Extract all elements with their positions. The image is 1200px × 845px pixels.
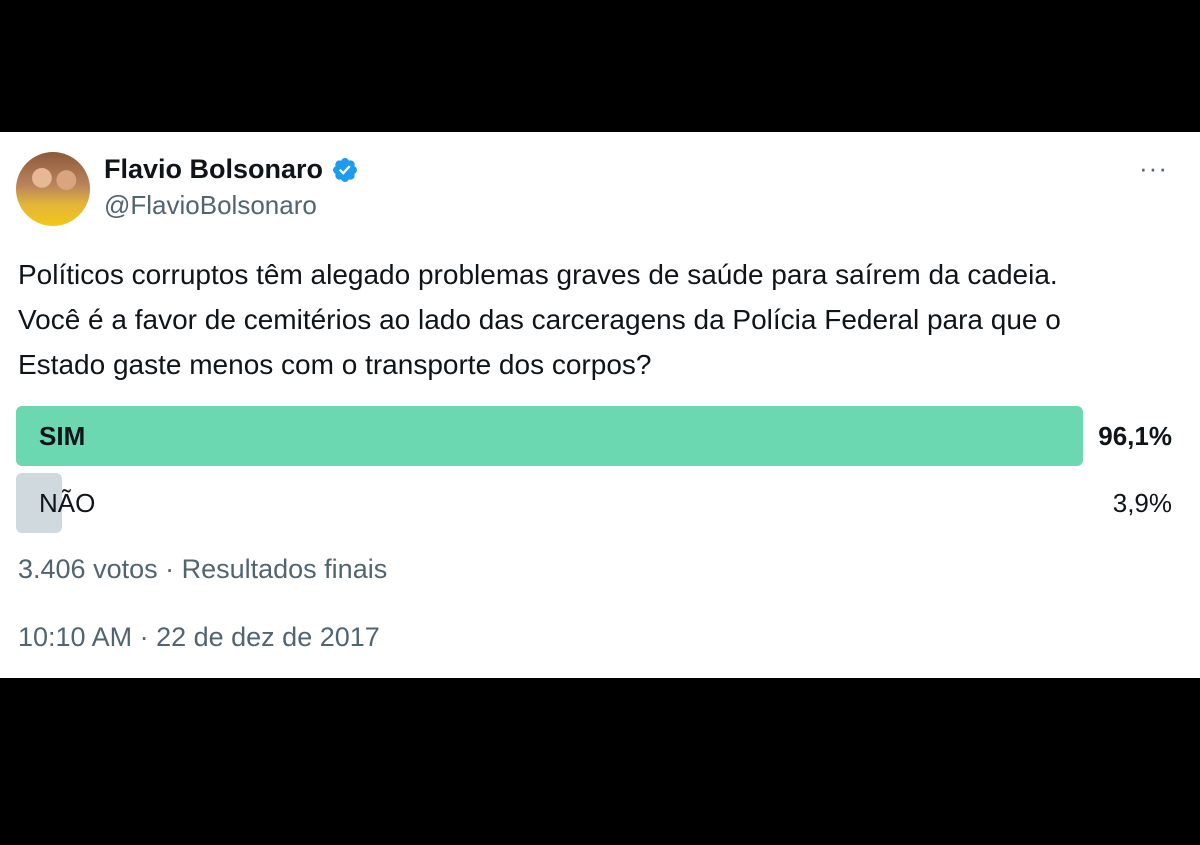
author-name[interactable]: Flavio Bolsonaro [104,154,323,185]
poll-bar [16,406,1083,466]
poll-option-label: NÃO [39,488,96,518]
tweet-timestamp[interactable]: 10:10 AM · 22 de dez de 2017 [18,622,380,653]
poll-option-percent: 96,1% [1098,421,1172,451]
verified-badge-icon [333,157,358,182]
author-handle[interactable]: @FlavioBolsonaro [104,190,317,221]
tweet-text-line: Você é a favor de cemitérios ao lado das… [18,304,1061,335]
tweet-card: Flavio Bolsonaro @FlavioBolsonaro ··· Po… [0,132,1200,678]
poll-option-nao: NÃO 3,9% [16,473,1172,533]
tweet-text: Políticos corruptos têm alegado problema… [18,252,1188,387]
avatar[interactable] [16,152,90,226]
tweet-text-line: Políticos corruptos têm alegado problema… [18,259,1058,290]
author-name-row[interactable]: Flavio Bolsonaro [104,154,359,185]
poll-option-label: SIM [39,421,86,451]
poll-option-sim: SIM 96,1% [16,406,1172,466]
more-horizontal-icon[interactable]: ··· [1139,154,1168,182]
tweet-text-line: Estado gaste menos com o transporte dos … [18,349,652,380]
poll-option-percent: 3,9% [1112,488,1172,518]
poll-votes-summary: 3.406 votos · Resultados finais [18,554,388,584]
